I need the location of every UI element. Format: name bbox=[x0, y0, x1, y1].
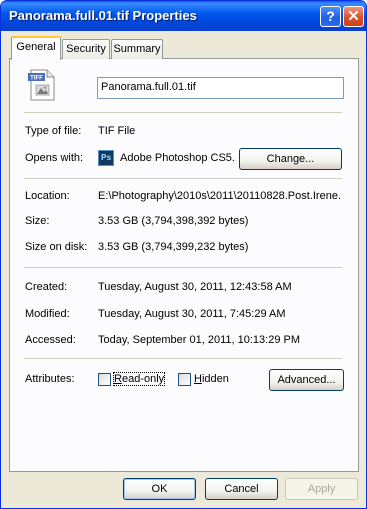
location-label: Location: bbox=[25, 190, 70, 202]
accessed-value: Today, September 01, 2011, 10:13:29 PM bbox=[98, 334, 301, 346]
separator bbox=[24, 267, 342, 268]
ok-button[interactable]: OK bbox=[123, 478, 196, 500]
accessed-label: Accessed: bbox=[25, 334, 76, 346]
tif-file-icon: TIFF bbox=[28, 69, 55, 101]
file-name-input[interactable]: Panorama.full.01.tif bbox=[97, 77, 344, 99]
attributes-label: Attributes: bbox=[25, 373, 75, 385]
general-tab-panel bbox=[9, 58, 359, 472]
size-on-disk-value: 3.53 GB (3,794,399,232 bytes) bbox=[98, 241, 249, 253]
readonly-checkbox[interactable] bbox=[98, 373, 111, 386]
modified-value: Tuesday, August 30, 2011, 7:45:29 AM bbox=[98, 308, 286, 320]
created-value: Tuesday, August 30, 2011, 12:43:58 AM bbox=[98, 281, 292, 293]
properties-dialog: Panorama.full.01.tif Properties ? ✕ Gene… bbox=[0, 0, 367, 509]
tab-general[interactable]: General bbox=[11, 36, 61, 60]
window-title: Panorama.full.01.tif Properties bbox=[9, 8, 197, 23]
modified-label: Modified: bbox=[25, 308, 70, 320]
separator bbox=[24, 112, 342, 113]
title-bar[interactable]: Panorama.full.01.tif Properties ? ✕ bbox=[1, 1, 366, 31]
separator bbox=[24, 358, 342, 359]
readonly-label[interactable]: Read-only bbox=[112, 372, 166, 386]
tab-security[interactable]: Security bbox=[62, 39, 110, 59]
change-button[interactable]: Change... bbox=[239, 148, 342, 170]
size-on-disk-label: Size on disk: bbox=[25, 241, 88, 253]
hidden-checkbox[interactable] bbox=[178, 373, 191, 386]
advanced-button[interactable]: Advanced... bbox=[269, 369, 344, 391]
separator bbox=[24, 178, 342, 179]
size-label: Size: bbox=[25, 215, 50, 227]
opens-with-label: Opens with: bbox=[25, 152, 84, 164]
apply-button[interactable]: Apply bbox=[285, 478, 358, 500]
opens-with-value: Adobe Photoshop CS5. bbox=[120, 152, 235, 164]
file-icon-badge: TIFF bbox=[30, 76, 43, 82]
created-label: Created: bbox=[25, 281, 68, 293]
tab-summary[interactable]: Summary bbox=[111, 39, 163, 59]
close-button[interactable]: ✕ bbox=[343, 6, 364, 27]
hidden-label[interactable]: Hidden bbox=[194, 373, 229, 385]
type-value: TIF File bbox=[98, 125, 136, 137]
location-value: E:\Photography\2010s\2011\20110828.Post.… bbox=[98, 190, 341, 202]
help-button[interactable]: ? bbox=[320, 6, 341, 27]
cancel-button[interactable]: Cancel bbox=[205, 478, 278, 500]
photoshop-icon: Ps bbox=[98, 150, 114, 166]
type-label: Type of file: bbox=[25, 125, 82, 137]
size-value: 3.53 GB (3,794,398,392 bytes) bbox=[98, 215, 249, 227]
